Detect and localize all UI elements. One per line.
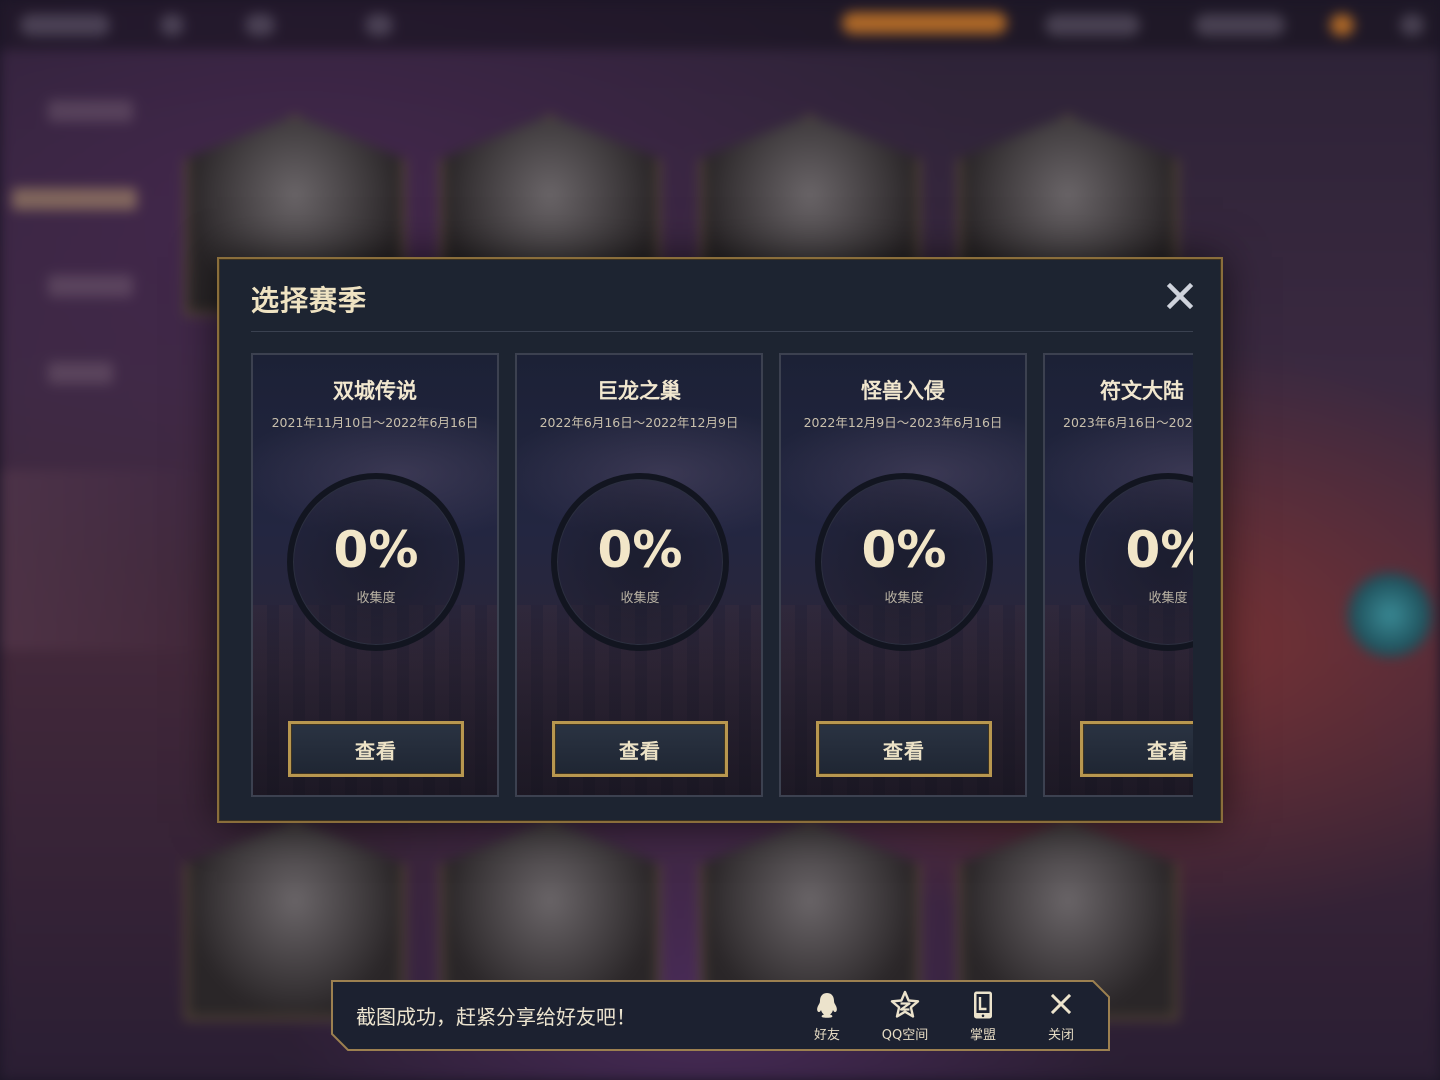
- close-button[interactable]: [1163, 279, 1197, 313]
- collection-label: 收集度: [356, 591, 396, 606]
- collection-progress-ring: 0% 收集度: [287, 473, 465, 651]
- collection-label: 收集度: [884, 591, 924, 606]
- background-orb: [1345, 570, 1435, 660]
- collection-progress-ring: 0% 收集度: [1079, 473, 1193, 651]
- toast-close-label: 关闭: [1047, 1028, 1074, 1043]
- close-icon: [1166, 282, 1194, 310]
- share-qzone-button[interactable]: QQ空间: [873, 990, 937, 1044]
- view-season-button[interactable]: 查看: [288, 721, 464, 777]
- share-toast-message: 截图成功，赶紧分享给好友吧！: [356, 1005, 636, 1029]
- season-dates: 2022年6月16日～2022年12月9日: [539, 415, 739, 430]
- season-card: 双城传说 2021年11月10日～2022年6月16日 0% 收集度 查看: [251, 353, 499, 797]
- collection-percent: 0%: [333, 521, 419, 579]
- season-select-dialog: 选择赛季 双城传说 2021年11月10日～2022年6月16日 0% 收集度 …: [217, 257, 1223, 823]
- collection-percent: 0%: [1125, 521, 1193, 579]
- collection-label: 收集度: [620, 591, 660, 606]
- collection-percent: 0%: [861, 521, 947, 579]
- season-dates: 2023年6月16日～202: [1063, 415, 1193, 430]
- qzone-star-icon: [890, 990, 920, 1018]
- season-dates: 2022年12月9日～2023年6月16日: [803, 415, 1003, 430]
- share-friend-label: 好友: [813, 1028, 840, 1043]
- share-qzone-label: QQ空间: [881, 1028, 929, 1043]
- qq-penguin-icon: [817, 993, 837, 1018]
- season-dates: 2021年11月10日～2022年6月16日: [271, 415, 479, 430]
- season-card: 巨龙之巢 2022年6月16日～2022年12月9日 0% 收集度 查看: [515, 353, 763, 797]
- season-title: 双城传说: [333, 379, 417, 403]
- share-zhangmeng-label: 掌盟: [969, 1028, 996, 1043]
- season-card: 符文大陆 2023年6月16日～202 0% 收集度 查看: [1043, 353, 1193, 797]
- collection-percent: 0%: [597, 521, 683, 579]
- share-zhangmeng-button[interactable]: 掌盟: [951, 990, 1015, 1044]
- season-title: 巨龙之巢: [597, 379, 681, 403]
- view-season-button[interactable]: 查看: [1080, 721, 1193, 777]
- collection-progress-ring: 0% 收集度: [551, 473, 729, 651]
- toast-close-button[interactable]: 关闭: [1029, 990, 1093, 1044]
- collection-progress-ring: 0% 收集度: [815, 473, 993, 651]
- zhangmeng-phone-icon: [974, 991, 992, 1019]
- season-title: 符文大陆: [1100, 379, 1184, 403]
- season-card: 怪兽入侵 2022年12月9日～2023年6月16日 0% 收集度 查看: [779, 353, 1027, 797]
- view-season-button[interactable]: 查看: [816, 721, 992, 777]
- collection-label: 收集度: [1148, 591, 1188, 606]
- dialog-title: 选择赛季: [251, 284, 368, 317]
- close-icon: [1050, 993, 1072, 1015]
- view-season-button[interactable]: 查看: [552, 721, 728, 777]
- dialog-divider: [251, 331, 1193, 332]
- season-card-list[interactable]: 双城传说 2021年11月10日～2022年6月16日 0% 收集度 查看 巨龙…: [251, 353, 1193, 797]
- season-title: 怪兽入侵: [861, 379, 945, 403]
- share-friend-button[interactable]: 好友: [795, 990, 859, 1044]
